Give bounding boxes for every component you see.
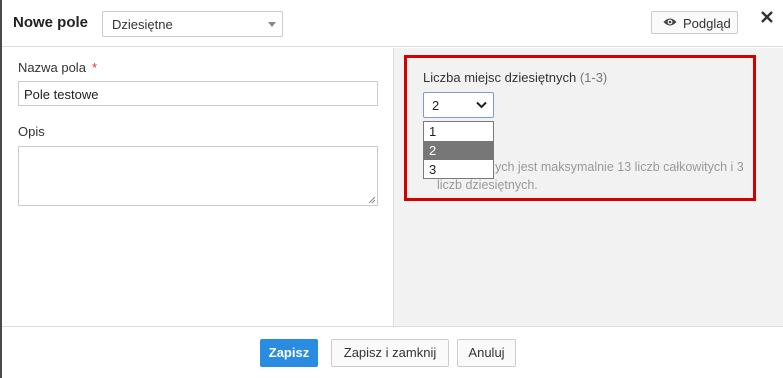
description-textarea[interactable] <box>18 146 378 206</box>
left-panel: Nazwa pola * Pole testowe Opis <box>2 48 394 326</box>
decimal-places-label: Liczba miejsc dziesiętnych (1-3) <box>423 70 607 85</box>
field-name-value: Pole testowe <box>24 87 99 102</box>
preview-button[interactable]: Podgląd <box>651 11 738 34</box>
decimal-range: (1-3) <box>579 70 608 85</box>
new-field-dialog: Nowe pole Dziesiętne Podgląd Nazwa pola *… <box>2 0 783 378</box>
close-icon[interactable] <box>760 9 774 25</box>
field-type-value: Dziesiętne <box>112 17 173 32</box>
highlight-box: Liczba miejsc dziesiętnych (1-3) 2 ych j… <box>404 55 756 201</box>
dialog-header: Nowe pole Dziesiętne Podgląd <box>2 0 783 47</box>
dialog-footer: Zapisz Zapisz i zamknij Anuluj <box>2 326 783 378</box>
decimal-places-text: Liczba miejsc dziesiętnych <box>423 70 577 85</box>
chevron-down-icon <box>476 101 487 109</box>
eye-icon <box>663 18 677 26</box>
preview-label: Podgląd <box>683 16 731 31</box>
field-name-label: Nazwa pola * <box>18 60 97 75</box>
description-label: Opis <box>18 124 45 139</box>
field-name-input[interactable]: Pole testowe <box>18 81 378 106</box>
required-mark: * <box>91 60 97 75</box>
save-button[interactable]: Zapisz <box>260 339 318 367</box>
caret-down-icon <box>268 22 276 27</box>
cancel-button[interactable]: Anuluj <box>457 339 516 367</box>
decimal-option-selected[interactable]: 2 <box>424 141 493 160</box>
decimal-options-list: 1 2 3 <box>423 121 494 179</box>
info-line-1: ych jest maksymalnie 13 liczb całkowityc… <box>495 160 744 174</box>
dialog-title: Nowe pole <box>13 14 89 31</box>
field-name-text: Nazwa pola <box>18 60 86 75</box>
decimal-option[interactable]: 1 <box>424 122 493 141</box>
decimal-option[interactable]: 3 <box>424 160 493 179</box>
right-panel: Liczba miejsc dziesiętnych (1-3) 2 ych j… <box>394 48 783 326</box>
decimal-places-select[interactable]: 2 <box>423 92 494 118</box>
field-type-select[interactable]: Dziesiętne <box>102 11 283 37</box>
save-and-close-button[interactable]: Zapisz i zamknij <box>331 339 449 367</box>
resize-handle-icon[interactable] <box>368 196 376 204</box>
decimal-selected-value: 2 <box>432 98 440 113</box>
